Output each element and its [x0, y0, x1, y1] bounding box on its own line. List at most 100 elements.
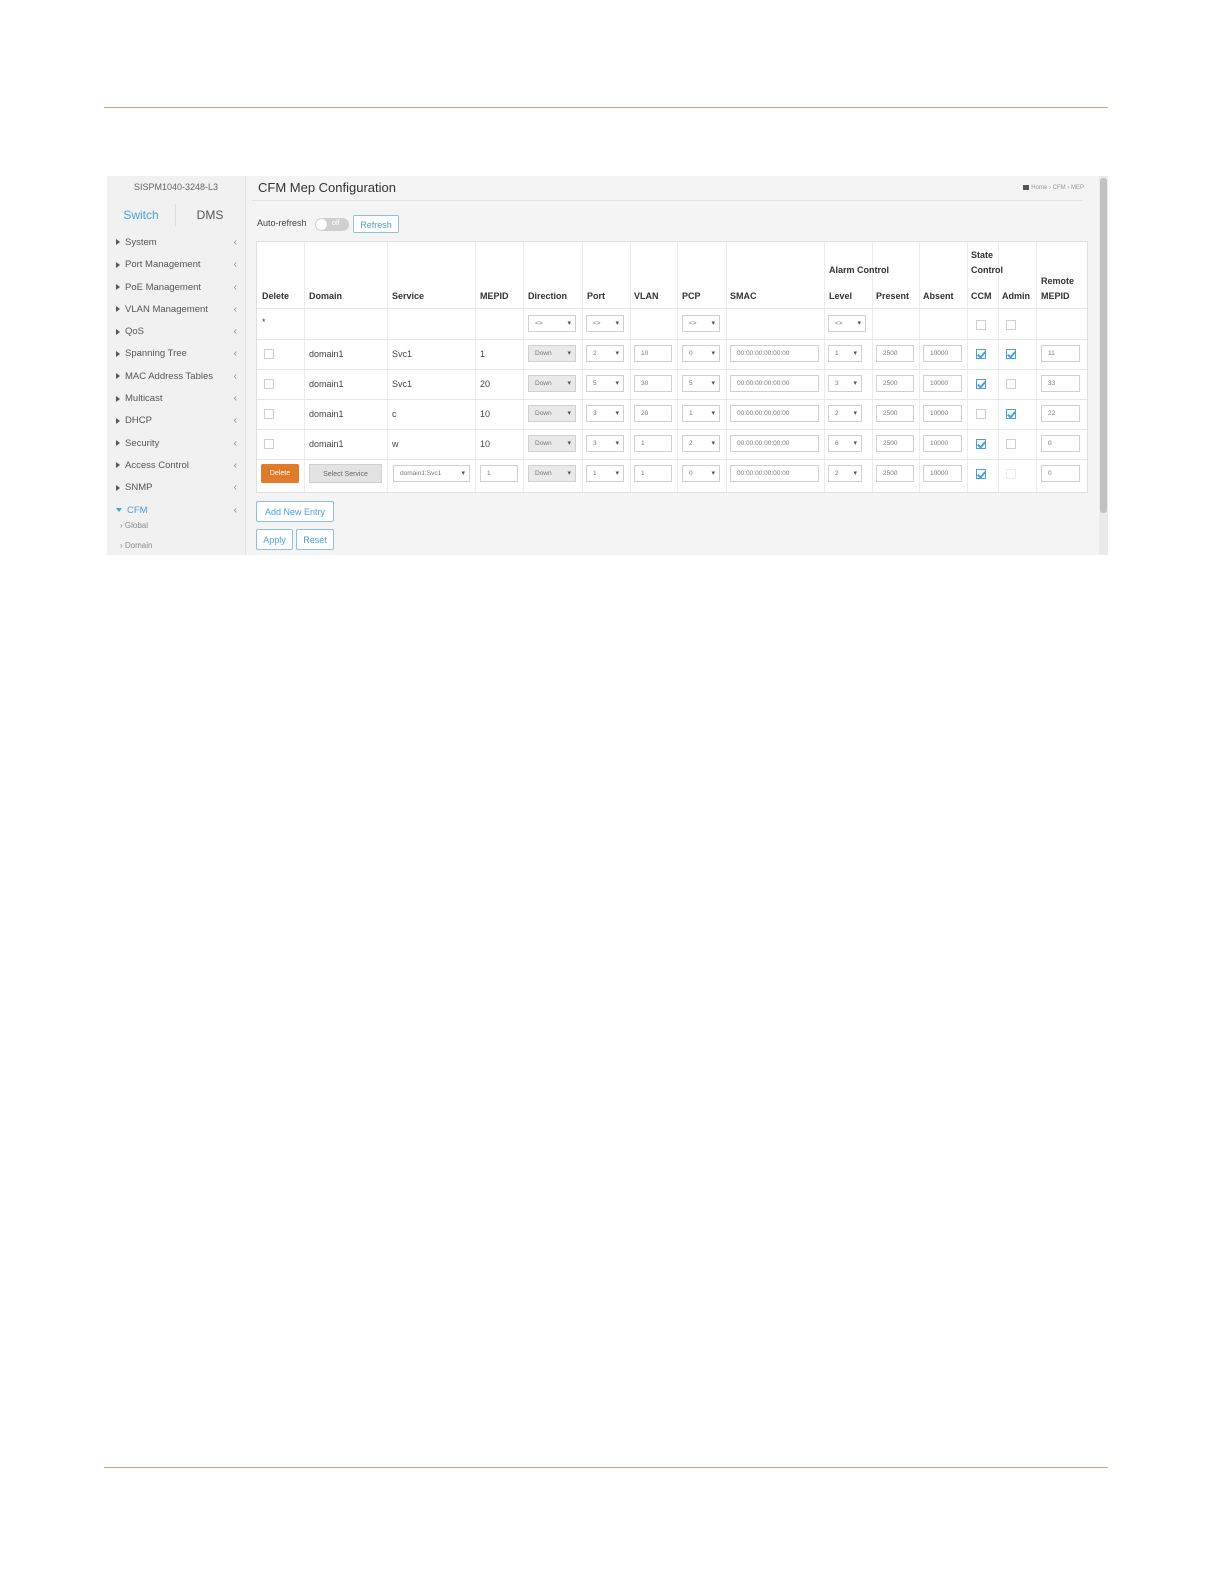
chevron-down-icon: ▾: [711, 350, 715, 357]
sidebar-item-security[interactable]: Security ‹: [107, 433, 245, 455]
new-row-absent-input[interactable]: 10000: [923, 465, 962, 482]
row-port-select[interactable]: 2 ▾: [586, 345, 624, 362]
row-ccm-checkbox[interactable]: [976, 379, 986, 389]
new-row-direction-select[interactable]: Down ▾: [528, 465, 576, 482]
row-absent-input[interactable]: 10000: [923, 435, 962, 452]
row-smac-input[interactable]: 00:00:00:00:00:00: [730, 405, 819, 422]
row-present-input[interactable]: 2500: [876, 345, 914, 362]
row-ccm-checkbox[interactable]: [976, 439, 986, 449]
row-level-select[interactable]: 3 ▾: [828, 375, 862, 392]
row-level-select[interactable]: 6 ▾: [828, 435, 862, 452]
row-vlan-input[interactable]: 20: [634, 405, 672, 422]
new-row-admin-checkbox[interactable]: [1006, 469, 1016, 479]
row-direction-select[interactable]: Down ▾: [528, 405, 576, 422]
row-pcp-select[interactable]: 2 ▾: [682, 435, 720, 452]
new-row-present-input[interactable]: 2500: [876, 465, 914, 482]
add-new-entry-button[interactable]: Add New Entry: [256, 501, 334, 522]
row-port-select[interactable]: 3 ▾: [586, 435, 624, 452]
row-pcp-select[interactable]: 1 ▾: [682, 405, 720, 422]
new-row-ccm-checkbox[interactable]: [976, 469, 986, 479]
row-absent-input[interactable]: 10000: [923, 405, 962, 422]
tab-switch[interactable]: Switch: [107, 204, 176, 226]
sidebar-item-dhcp[interactable]: DHCP ‹: [107, 410, 245, 432]
row-remote-mepid-input[interactable]: 11: [1041, 345, 1080, 362]
row-ccm-checkbox[interactable]: [976, 409, 986, 419]
breadcrumb-home[interactable]: Home: [1031, 185, 1047, 191]
new-row-pcp-select[interactable]: 0 ▾: [682, 465, 720, 482]
sidebar-item-spanning-tree[interactable]: Spanning Tree ‹: [107, 343, 245, 365]
row-remote-mepid-input[interactable]: 0: [1041, 435, 1080, 452]
row-smac-input[interactable]: 00:00:00:00:00:00: [730, 375, 819, 392]
scrollbar-thumb[interactable]: [1100, 178, 1107, 513]
sidebar-subitem-global[interactable]: › Global: [107, 516, 245, 536]
sidebar-item-mac-address-tables[interactable]: MAC Address Tables ‹: [107, 366, 245, 388]
row-delete-checkbox[interactable]: [264, 379, 274, 389]
new-row-smac-input[interactable]: 00:00:00:00:00:00: [730, 465, 819, 482]
refresh-button[interactable]: Refresh: [353, 215, 399, 233]
row-absent-input[interactable]: 10000: [923, 345, 962, 362]
row-delete-checkbox[interactable]: [264, 439, 274, 449]
row-vlan-input[interactable]: 1: [634, 435, 672, 452]
row-level-select[interactable]: 2 ▾: [828, 405, 862, 422]
header-service: Service: [392, 291, 425, 301]
row-remote-mepid-input[interactable]: 22: [1041, 405, 1080, 422]
vertical-scrollbar[interactable]: [1099, 176, 1108, 555]
sidebar-item-multicast[interactable]: Multicast ‹: [107, 388, 245, 410]
row-vlan-input[interactable]: 30: [634, 375, 672, 392]
row-admin-checkbox[interactable]: [1006, 379, 1016, 389]
select-value: 2: [835, 410, 839, 417]
row-admin-checkbox[interactable]: [1006, 349, 1016, 359]
row-delete-checkbox[interactable]: [264, 349, 274, 359]
new-row-vlan-input[interactable]: 1: [634, 465, 672, 482]
sidebar-item-access-control[interactable]: Access Control ‹: [107, 455, 245, 477]
sidebar-item-port-management[interactable]: Port Management ‹: [107, 254, 245, 276]
row-present-input[interactable]: 2500: [876, 375, 914, 392]
row-absent-input[interactable]: 10000: [923, 375, 962, 392]
new-row-port-select[interactable]: 1 ▾: [586, 465, 624, 482]
filter-port-select[interactable]: <> ▾: [586, 315, 624, 332]
sidebar-item-system[interactable]: System ‹: [107, 232, 245, 254]
apply-button[interactable]: Apply: [256, 529, 293, 550]
row-direction-select[interactable]: Down ▾: [528, 345, 576, 362]
new-row-remote-mepid-input[interactable]: 0: [1041, 465, 1080, 482]
filter-ccm-checkbox[interactable]: [976, 320, 986, 330]
sidebar-subitem-domain[interactable]: › Domain: [107, 536, 245, 555]
reset-button[interactable]: Reset: [296, 529, 334, 550]
sidebar-item-poe-management[interactable]: PoE Management ‹: [107, 277, 245, 299]
filter-pcp-select[interactable]: <> ▾: [682, 315, 720, 332]
new-row-level-select[interactable]: 2 ▾: [828, 465, 862, 482]
breadcrumb-section[interactable]: CFM: [1053, 185, 1066, 191]
row-port-select[interactable]: 3 ▾: [586, 405, 624, 422]
filter-direction-select[interactable]: <> ▾: [528, 315, 576, 332]
row-port-select[interactable]: 5 ▾: [586, 375, 624, 392]
tab-dms[interactable]: DMS: [175, 204, 245, 226]
auto-refresh-toggle[interactable]: off: [315, 218, 349, 231]
row-smac-input[interactable]: 00:00:00:00:00:00: [730, 345, 819, 362]
row-pcp-select[interactable]: 5 ▾: [682, 375, 720, 392]
row-ccm-checkbox[interactable]: [976, 349, 986, 359]
new-row-mepid-input[interactable]: 1: [480, 465, 518, 482]
row-delete-checkbox[interactable]: [264, 409, 274, 419]
filter-level-select[interactable]: <> ▾: [828, 315, 866, 332]
chevron-down-icon: ▾: [461, 470, 465, 477]
row-present-input[interactable]: 2500: [876, 405, 914, 422]
row-level-select[interactable]: 1 ▾: [828, 345, 862, 362]
sidebar-item-snmp[interactable]: SNMP ‹: [107, 477, 245, 499]
sidebar-item-vlan-management[interactable]: VLAN Management ‹: [107, 299, 245, 321]
row-present-input[interactable]: 2500: [876, 435, 914, 452]
row-vlan-input[interactable]: 10: [634, 345, 672, 362]
row-smac-input[interactable]: 00:00:00:00:00:00: [730, 435, 819, 452]
row-remote-mepid-input[interactable]: 33: [1041, 375, 1080, 392]
row-admin-checkbox[interactable]: [1006, 439, 1016, 449]
new-row-service-select[interactable]: domain1:Svc1 ▾: [393, 465, 470, 482]
chevron-down-icon: ▾: [567, 350, 571, 357]
row-direction-select[interactable]: Down ▾: [528, 435, 576, 452]
new-row-delete-button[interactable]: Delete: [261, 464, 299, 483]
sidebar-item-qos[interactable]: QoS ‹: [107, 321, 245, 343]
sidebar-item-label: QoS: [125, 326, 145, 338]
row-direction-select[interactable]: Down ▾: [528, 375, 576, 392]
row-pcp-select[interactable]: 0 ▾: [682, 345, 720, 362]
filter-admin-checkbox[interactable]: [1006, 320, 1016, 330]
select-service-button[interactable]: Select Service: [309, 464, 382, 483]
row-admin-checkbox[interactable]: [1006, 409, 1016, 419]
